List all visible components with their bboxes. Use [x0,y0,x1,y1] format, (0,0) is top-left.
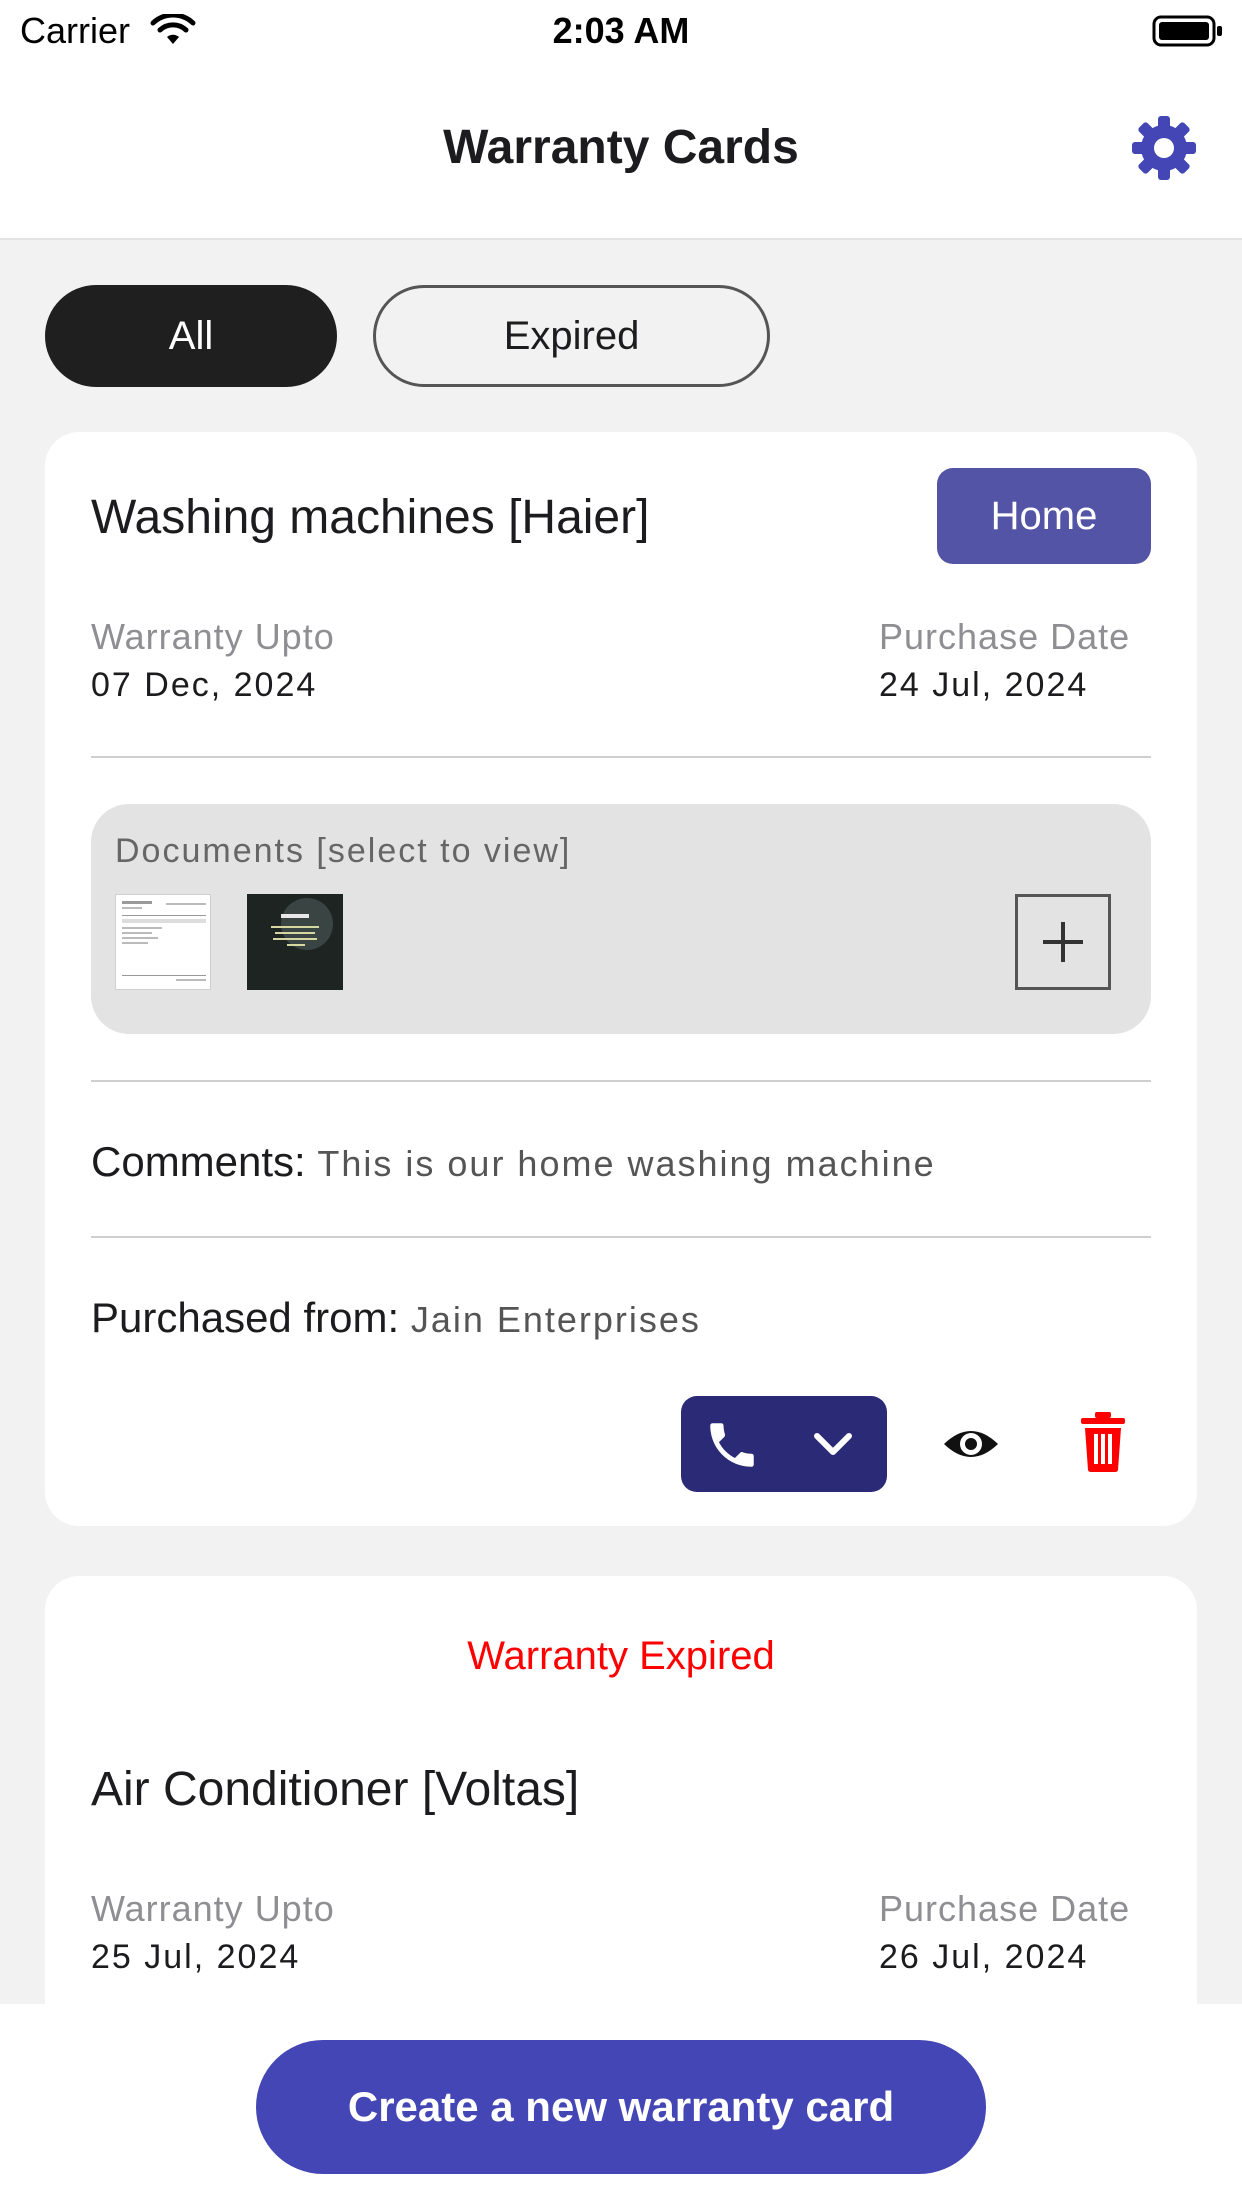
create-warranty-card-button[interactable]: Create a new warranty card [256,2040,986,2174]
photo-image [247,894,343,990]
gear-icon[interactable] [1130,114,1198,182]
product-title: Washing machines [Haier] [91,491,650,544]
warranty-upto-value: 07 Dec, 2024 [91,666,318,704]
status-bar: Carrier 2:03 AM [0,0,1242,62]
divider [91,756,1151,758]
purchased-from-value: Jain Enterprises [410,1299,701,1340]
warranty-upto-value: 25 Jul, 2024 [91,1938,301,1976]
purchase-date-label: Purchase Date [879,1888,1131,1929]
purchase-date-label: Purchase Date [879,616,1131,657]
tab-expired[interactable]: Expired [373,285,770,387]
divider [91,1080,1151,1082]
add-document-button[interactable] [1015,894,1111,990]
call-dropdown-button[interactable] [681,1396,887,1492]
purchase-date-value: 24 Jul, 2024 [879,666,1089,704]
category-tag-button[interactable]: Home [937,468,1151,564]
warranty-cards-screen: Carrier 2:03 AM Warranty Cards All Expir… [0,0,1242,2208]
purchase-date-value: 26 Jul, 2024 [879,1938,1089,1976]
warranty-expired-notice: Warranty Expired [467,1634,775,1678]
invoice-image [122,901,206,981]
document-thumbnail-photo[interactable] [247,894,343,990]
warranty-upto-label: Warranty Upto [91,616,335,657]
warranty-upto-label: Warranty Upto [91,1888,335,1929]
tab-all[interactable]: All [45,285,337,387]
documents-label: Documents [select to view] [115,832,572,870]
purchased-from-label: Purchased from: [91,1294,400,1341]
comments-row: Comments: This is our home washing machi… [91,1138,936,1186]
comments-value: This is our home washing machine [317,1143,936,1184]
chevron-down-icon [814,1433,852,1455]
status-time: 2:03 AM [552,10,690,51]
page-title: Warranty Cards [443,121,799,174]
document-thumbnail-invoice[interactable] [115,894,211,990]
warranty-card: Washing machines [Haier] Home Warranty U… [45,432,1197,1526]
product-title: Air Conditioner [Voltas] [91,1763,580,1816]
battery-icon [1152,15,1222,47]
documents-section: Documents [select to view] [91,804,1151,1034]
trash-icon[interactable] [1079,1410,1127,1474]
bottom-action-bar: Create a new warranty card [0,2004,1242,2208]
purchased-from-row: Purchased from: Jain Enterprises [91,1294,701,1342]
plus-icon [1043,922,1083,962]
phone-icon [710,1423,754,1467]
eye-icon[interactable] [941,1416,1001,1472]
comments-label: Comments: [91,1138,306,1185]
divider [91,1236,1151,1238]
navigation-bar: Warranty Cards [0,62,1242,240]
